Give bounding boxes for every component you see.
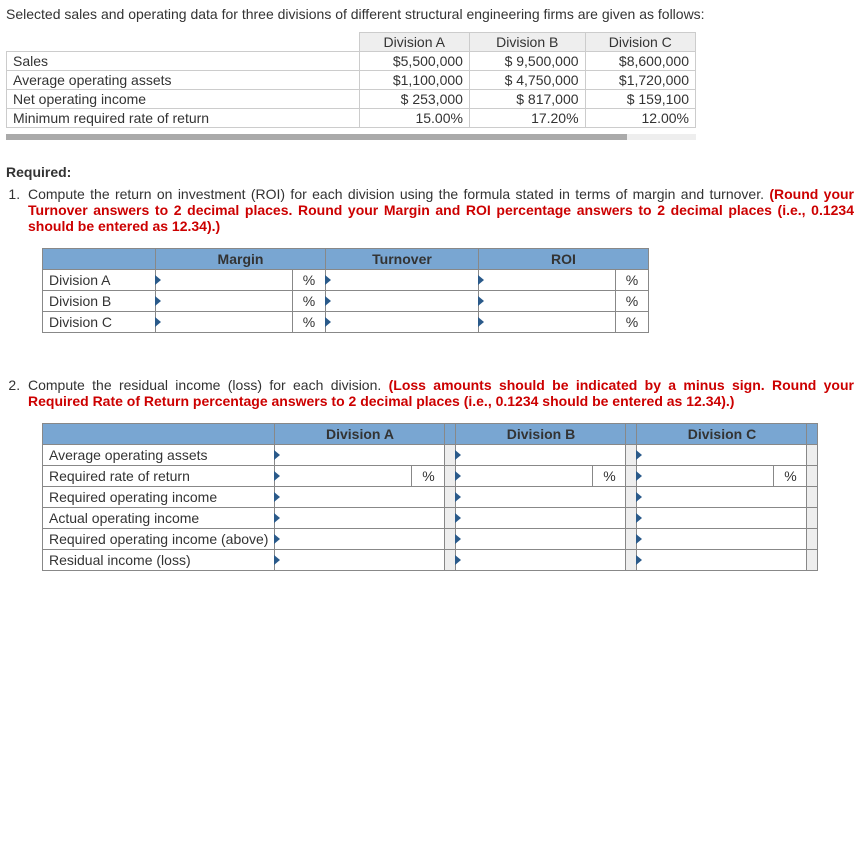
q1-row-a: Division A: [43, 270, 156, 291]
unit-percent: %: [774, 466, 807, 487]
caret-icon: [455, 492, 461, 502]
unit-percent: %: [616, 291, 649, 312]
q2-row: Required operating income (above): [43, 529, 275, 550]
q1-row-c: Division C: [43, 312, 156, 333]
turnover-input[interactable]: [326, 291, 479, 312]
q2-input[interactable]: [637, 445, 807, 466]
q2-table: Division A Division B Division C Average…: [42, 423, 818, 571]
q2-col-c: Division C: [637, 424, 807, 445]
margin-input[interactable]: [156, 291, 293, 312]
roi-input[interactable]: [479, 291, 616, 312]
caret-icon: [155, 317, 161, 327]
caret-icon: [274, 471, 280, 481]
divider-bar: [6, 134, 696, 140]
caret-icon: [636, 450, 642, 460]
unit-percent: %: [293, 270, 326, 291]
q2-row: Residual income (loss): [43, 550, 275, 571]
caret-icon: [325, 317, 331, 327]
margin-input[interactable]: [156, 270, 293, 291]
roi-input[interactable]: [479, 270, 616, 291]
q1-table: Margin Turnover ROI Division A % % Divis…: [42, 248, 649, 333]
q2-row: Average operating assets: [43, 445, 275, 466]
unit-percent: %: [293, 312, 326, 333]
caret-icon: [636, 555, 642, 565]
caret-icon: [455, 471, 461, 481]
row-label: Minimum required rate of return: [7, 109, 360, 128]
q2-input[interactable]: [637, 466, 774, 487]
q1-col-turnover: Turnover: [326, 249, 479, 270]
q2-row: Required rate of return: [43, 466, 275, 487]
caret-icon: [455, 513, 461, 523]
q2-input[interactable]: [275, 487, 445, 508]
q2-input[interactable]: [456, 550, 626, 571]
unit-percent: %: [412, 466, 445, 487]
caret-icon: [478, 296, 484, 306]
row-label: Average operating assets: [7, 71, 360, 90]
q2-input[interactable]: [275, 466, 412, 487]
q2-col-a: Division A: [275, 424, 445, 445]
turnover-input[interactable]: [326, 270, 479, 291]
caret-icon: [155, 296, 161, 306]
q2-row: Required operating income: [43, 487, 275, 508]
q2-input[interactable]: [456, 445, 626, 466]
row-label: Sales: [7, 52, 360, 71]
unit-percent: %: [616, 312, 649, 333]
caret-icon: [636, 471, 642, 481]
caret-icon: [455, 555, 461, 565]
caret-icon: [636, 534, 642, 544]
caret-icon: [274, 555, 280, 565]
unit-percent: %: [293, 291, 326, 312]
caret-icon: [478, 275, 484, 285]
caret-icon: [478, 317, 484, 327]
caret-icon: [155, 275, 161, 285]
question-2: Compute the residual income (loss) for e…: [24, 377, 854, 571]
q1-col-margin: Margin: [156, 249, 326, 270]
q1-row-b: Division B: [43, 291, 156, 312]
intro-text: Selected sales and operating data for th…: [6, 6, 854, 22]
q2-input[interactable]: [456, 466, 593, 487]
data-col-c: Division C: [585, 33, 695, 52]
turnover-input[interactable]: [326, 312, 479, 333]
q2-input[interactable]: [637, 508, 807, 529]
unit-percent: %: [593, 466, 626, 487]
roi-input[interactable]: [479, 312, 616, 333]
caret-icon: [325, 296, 331, 306]
row-label: Net operating income: [7, 90, 360, 109]
caret-icon: [274, 534, 280, 544]
question-1: Compute the return on investment (ROI) f…: [24, 186, 854, 333]
q2-text: Compute the residual income (loss) for e…: [28, 377, 389, 393]
caret-icon: [455, 450, 461, 460]
unit-percent: %: [616, 270, 649, 291]
caret-icon: [636, 492, 642, 502]
caret-icon: [274, 513, 280, 523]
data-col-a: Division A: [359, 33, 469, 52]
data-table: Division A Division B Division C Sales $…: [6, 32, 696, 128]
q2-input[interactable]: [456, 529, 626, 550]
q1-text: Compute the return on investment (ROI) f…: [28, 186, 769, 202]
caret-icon: [325, 275, 331, 285]
margin-input[interactable]: [156, 312, 293, 333]
q2-input[interactable]: [456, 508, 626, 529]
caret-icon: [636, 513, 642, 523]
q2-input[interactable]: [275, 550, 445, 571]
q2-row: Actual operating income: [43, 508, 275, 529]
caret-icon: [274, 450, 280, 460]
required-label: Required:: [6, 164, 854, 180]
caret-icon: [455, 534, 461, 544]
q2-input[interactable]: [637, 487, 807, 508]
q1-col-roi: ROI: [479, 249, 649, 270]
q2-input[interactable]: [637, 550, 807, 571]
q2-input[interactable]: [275, 529, 445, 550]
data-col-b: Division B: [469, 33, 585, 52]
caret-icon: [274, 492, 280, 502]
q2-input[interactable]: [456, 487, 626, 508]
q2-input[interactable]: [637, 529, 807, 550]
q2-col-b: Division B: [456, 424, 626, 445]
q2-input[interactable]: [275, 445, 445, 466]
q2-input[interactable]: [275, 508, 445, 529]
